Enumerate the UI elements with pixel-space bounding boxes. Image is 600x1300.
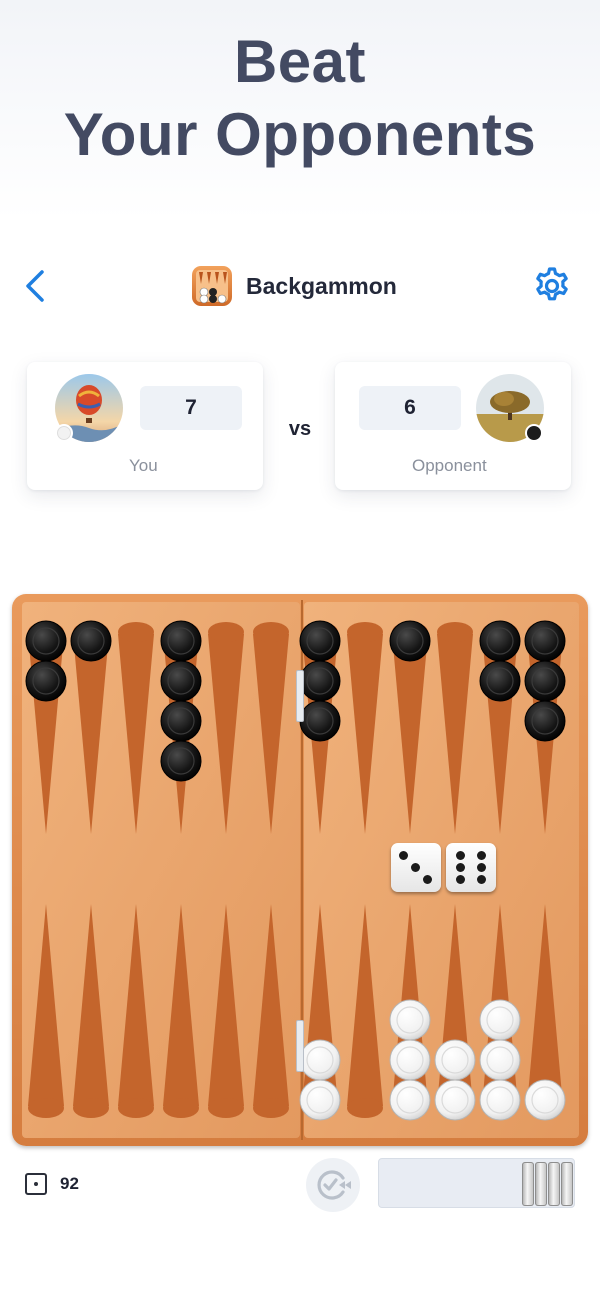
opponent-piece-black-indicator [525,424,543,442]
board-point-top-cap-8 [347,622,383,642]
player-card-opponent: 6 Opponent [335,362,571,490]
moves-value: 92 [60,1174,79,1193]
board-point-bottom-cap-6 [253,1098,289,1118]
opponent-label: Opponent [412,456,487,475]
app-name: Backgammon [246,272,397,299]
black-checker[interactable] [524,660,566,702]
player-label: You [129,456,158,475]
borne-off-white-checker [522,1162,534,1206]
white-checker[interactable] [479,999,521,1041]
die-pip [456,875,465,884]
player-card-you: 7 You [27,362,263,490]
white-checker[interactable] [389,999,431,1041]
headline-line-2: Your Opponents [63,101,537,168]
die-pip [456,851,465,860]
undo-button[interactable] [306,1158,360,1212]
settings-button[interactable] [530,264,574,308]
backgammon-app-icon [192,266,232,306]
board-hinge-top [296,670,304,722]
board-point-top-cap-6 [253,622,289,642]
gear-icon [536,267,568,301]
black-checker[interactable] [299,660,341,702]
white-checker[interactable] [299,1079,341,1121]
die-pip [456,863,465,872]
player-score: 7 [140,386,242,430]
opponent-score: 6 [359,386,461,430]
die-outline-icon [25,1173,47,1195]
white-checker[interactable] [479,1039,521,1081]
white-checker[interactable] [479,1079,521,1121]
die-pip [477,851,486,860]
black-checker[interactable] [299,620,341,662]
board-point-bottom-cap-4 [163,1098,199,1118]
black-checker[interactable] [160,740,202,782]
die-pip [399,851,408,860]
vs-label: vs [288,418,312,440]
black-checker[interactable] [160,660,202,702]
back-button[interactable] [18,266,58,306]
player-piece-white-indicator [55,424,73,442]
die-1[interactable] [391,843,441,892]
borne-off-tray [378,1158,575,1208]
board-point-bottom-cap-8 [347,1098,383,1118]
black-checker[interactable] [70,620,112,662]
die-pip [423,875,432,884]
board-point-top-cap-10 [437,622,473,642]
white-checker[interactable] [434,1079,476,1121]
white-checker[interactable] [434,1039,476,1081]
board-point-bottom-cap-5 [208,1098,244,1118]
die-pip [477,875,486,884]
headline-line-1: Beat [233,28,367,95]
die-2[interactable] [446,843,496,892]
white-checker[interactable] [389,1039,431,1081]
board-hinge-bottom [296,1020,304,1072]
black-checker[interactable] [25,620,67,662]
black-checker[interactable] [25,660,67,702]
borne-off-white-checker [548,1162,560,1206]
black-checker[interactable] [479,620,521,662]
board-point-bottom-cap-2 [73,1098,109,1118]
black-checker[interactable] [389,620,431,662]
white-checker[interactable] [524,1079,566,1121]
black-checker[interactable] [160,700,202,742]
board-point-top-cap-3 [118,622,154,642]
borne-off-white-checker [561,1162,573,1206]
black-checker[interactable] [524,620,566,662]
white-checker[interactable] [299,1039,341,1081]
black-checker[interactable] [299,700,341,742]
board-point-top-cap-5 [208,622,244,642]
die-pip [411,863,420,872]
die-pip [477,863,486,872]
black-checker[interactable] [160,620,202,662]
chevron-left-icon [26,270,44,302]
board-point-bottom-cap-1 [28,1098,64,1118]
borne-off-white-checker [535,1162,547,1206]
moves-counter: 92 [25,1172,79,1196]
black-checker[interactable] [524,700,566,742]
undo-fast-forward-icon [317,1170,351,1200]
board-point-bottom-cap-3 [118,1098,154,1118]
white-checker[interactable] [389,1079,431,1121]
app-title: Backgammon [192,265,397,307]
black-checker[interactable] [479,660,521,702]
